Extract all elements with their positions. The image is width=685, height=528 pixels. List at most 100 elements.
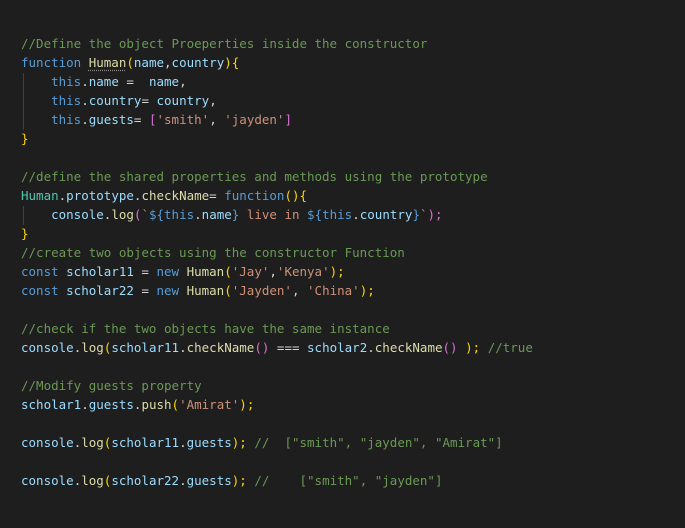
code-token: function (224, 188, 285, 203)
code-token: (){ (284, 188, 308, 203)
code-line[interactable]: console.log(scholar11.guests); // ["smit… (21, 433, 503, 452)
code-token: = (133, 264, 157, 279)
code-token: ${ (307, 207, 323, 222)
code-token: } (21, 131, 29, 146)
code-token: scholar11 (111, 340, 180, 355)
code-line[interactable]: Human.prototype.checkName= function(){ (21, 186, 307, 205)
code-line[interactable]: } (21, 224, 29, 243)
code-line[interactable]: //create two objects using the construct… (21, 243, 405, 262)
code-line[interactable]: const scholar22 = new Human('Jayden', 'C… (21, 281, 375, 300)
code-token: console (21, 435, 74, 450)
code-token: //define the shared properties and metho… (21, 169, 488, 184)
code-token: country (156, 93, 210, 108)
code-token: name (148, 74, 180, 89)
code-line[interactable]: //Define the object Proeperties inside t… (21, 34, 427, 53)
code-token: const (21, 283, 67, 298)
code-token: ${ (148, 207, 165, 222)
code-token: scholar1 (21, 397, 82, 412)
code-token: . (81, 93, 89, 108)
code-line[interactable]: //Modify guests property (21, 376, 202, 395)
code-token: log (81, 340, 104, 355)
code-token: log (81, 473, 104, 488)
code-token: this (322, 207, 353, 222)
code-token: = (133, 112, 149, 127)
code-token: new (156, 264, 187, 279)
code-token: 'Jay' (231, 264, 270, 279)
code-token: . (367, 340, 375, 355)
code-token: Human (186, 283, 225, 298)
code-line[interactable]: //check if the two objects have the same… (21, 319, 390, 338)
code-token: live in (239, 207, 308, 222)
code-token: function (21, 55, 89, 70)
code-token: 'Amirat' (179, 397, 240, 412)
code-token: log (81, 435, 104, 450)
code-token: ` (141, 207, 149, 222)
code-token: 'jayden' (224, 112, 285, 127)
code-token: //Define the object Proeperties inside t… (21, 36, 428, 51)
code-token: ){ (224, 55, 240, 70)
code-token: checkName (186, 340, 255, 355)
code-token: country (359, 207, 413, 222)
code-token: prototype (66, 188, 134, 203)
code-token: ` (419, 207, 428, 222)
code-token: push (141, 397, 172, 412)
code-line[interactable]: console.log(scholar22.guests); // ["smit… (21, 471, 442, 490)
code-token: new (156, 283, 187, 298)
code-token: === (269, 340, 308, 355)
code-token: country (88, 93, 142, 108)
code-line[interactable]: console.log(`${this.name} live in ${this… (21, 205, 442, 224)
code-token: scholar11 (111, 435, 180, 450)
code-token: ); (465, 340, 481, 355)
code-line[interactable]: this.country= country, (21, 91, 217, 110)
code-token: guests (88, 112, 134, 127)
code-token: //check if the two objects have the same… (21, 321, 390, 336)
code-line[interactable]: console.log(scholar11.checkName() === sc… (21, 338, 533, 357)
code-token: name (88, 74, 119, 89)
code-token: 'smith' (156, 112, 210, 127)
code-line[interactable]: } (21, 129, 29, 148)
code-token: scholar2 (307, 340, 368, 355)
code-token: , (291, 283, 308, 298)
code-token: log (111, 207, 134, 222)
code-line[interactable]: function Human(name,country){ (21, 53, 239, 72)
code-token: 'Kenya' (276, 264, 330, 279)
code-token: . (352, 207, 360, 222)
code-token: = (133, 283, 157, 298)
code-token: guests (186, 435, 232, 450)
code-token: Human (88, 55, 127, 70)
code-token: . (179, 435, 187, 450)
code-token: . (81, 397, 89, 412)
code-line[interactable]: this.name = name, (21, 72, 187, 91)
code-token: ); (329, 264, 345, 279)
code-token: , (164, 55, 172, 70)
code-token: //create two objects using the construct… (21, 245, 405, 260)
code-token: ( (224, 264, 232, 279)
code-token: 'Jayden' (231, 283, 292, 298)
code-token: this (164, 207, 195, 222)
code-line[interactable]: const scholar11 = new Human('Jay','Kenya… (21, 262, 345, 281)
code-token: } (412, 207, 420, 222)
code-line[interactable]: this.guests= ['smith', 'jayden'] (21, 110, 292, 129)
code-token: ] (284, 112, 292, 127)
code-token: country (171, 55, 225, 70)
code-token: name (201, 207, 232, 222)
code-line[interactable]: //define the shared properties and metho… (21, 167, 488, 186)
code-token: , (209, 112, 225, 127)
code-token: scholar22 (111, 473, 180, 488)
code-token: } (21, 226, 29, 241)
code-token: const (21, 264, 67, 279)
code-token: . (179, 340, 187, 355)
code-token: ); (231, 473, 247, 488)
code-token: ( (126, 55, 134, 70)
code-editor[interactable]: //Define the object Proeperties inside t… (0, 0, 685, 528)
code-token: = (118, 74, 149, 89)
code-token: ); (231, 435, 247, 450)
code-token: [ (148, 112, 157, 127)
code-line[interactable]: scholar1.guests.push('Amirat'); (21, 395, 254, 414)
code-token: //Modify guests property (21, 378, 202, 393)
code-token: ( (171, 397, 180, 412)
code-token: console (51, 207, 104, 222)
code-token: scholar22 (66, 283, 134, 298)
